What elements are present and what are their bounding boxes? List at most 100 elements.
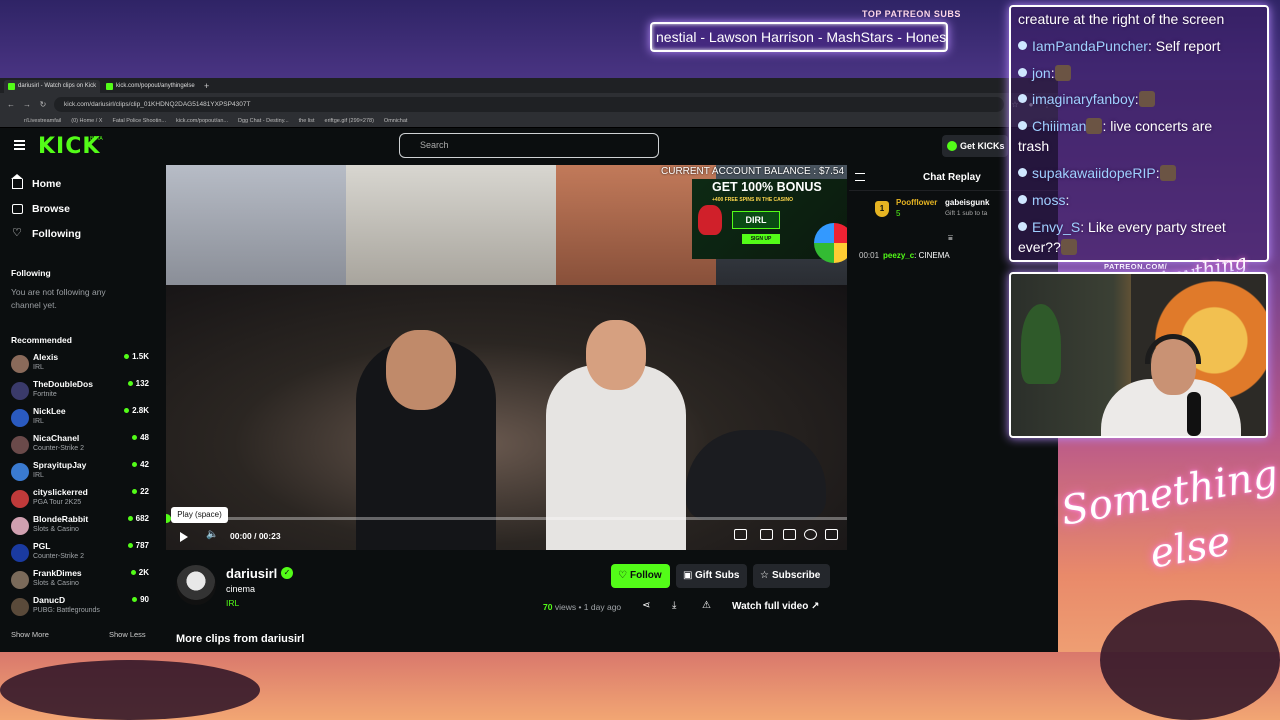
palm-silhouette bbox=[1100, 600, 1280, 720]
settings-icon[interactable] bbox=[804, 529, 817, 540]
recommended-channel[interactable]: DanucD PUBG: Battlegrounds 90 bbox=[11, 595, 151, 621]
recommended-heading: Recommended bbox=[11, 335, 72, 345]
tab-bar: dariusirl - Watch clips on Kick kick.com… bbox=[0, 78, 1058, 93]
heart-icon: ♡ bbox=[12, 227, 22, 239]
emote-icon bbox=[1138, 91, 1155, 107]
volume-icon[interactable]: 🔈 bbox=[206, 529, 218, 540]
theater-mode-icon[interactable] bbox=[760, 529, 773, 540]
stream-chat-line: creature at the right of the screen bbox=[1018, 11, 1225, 27]
gift-icon: ▣ bbox=[683, 570, 693, 581]
tab-dariusirl-clips[interactable]: dariusirl - Watch clips on Kick bbox=[4, 80, 100, 93]
avatar bbox=[11, 517, 29, 535]
stream-chat-line: Chiiiman: live concerts are bbox=[1018, 118, 1212, 134]
external-link-icon: ↗ bbox=[811, 601, 820, 612]
watch-full-video-button[interactable]: Watch full video ↗ bbox=[724, 596, 830, 618]
avatar[interactable] bbox=[176, 565, 216, 605]
stream-chat-line: trash bbox=[1018, 138, 1050, 154]
home-icon bbox=[11, 174, 23, 189]
bookmark-item[interactable]: kick.com/popout/an... bbox=[176, 118, 228, 124]
following-empty-note: You are not following any channel yet. bbox=[11, 287, 106, 310]
sidebar-item-browse[interactable]: Browse bbox=[12, 203, 70, 215]
play-icon[interactable] bbox=[180, 532, 188, 542]
avatar bbox=[11, 571, 29, 589]
sidebar-item-following[interactable]: ♡ Following bbox=[12, 227, 81, 241]
video-scene-cap bbox=[686, 430, 826, 520]
collapse-chat-icon[interactable] bbox=[855, 173, 865, 181]
browse-icon bbox=[12, 204, 23, 214]
gift-notice[interactable]: gabeisgunk Gift 1 sub to ta bbox=[945, 198, 989, 217]
subscribe-button[interactable]: ☆ Subscribe bbox=[753, 564, 830, 588]
kick-favicon-icon bbox=[106, 83, 113, 90]
hamburger-menu-icon[interactable] bbox=[14, 140, 25, 150]
clip-category[interactable]: IRL bbox=[226, 598, 239, 608]
chat-pin-toggle-icon[interactable]: ⩸ bbox=[948, 233, 953, 243]
video-progress-bar[interactable] bbox=[166, 514, 847, 523]
star-icon: ☆ bbox=[760, 570, 769, 581]
stream-chat-line: IamPandaPuncher: Self report bbox=[1018, 38, 1220, 54]
platform-icon bbox=[1018, 68, 1027, 77]
platform-icon bbox=[1018, 195, 1027, 204]
fullscreen-icon[interactable] bbox=[825, 529, 838, 540]
webcam-plant bbox=[1021, 304, 1061, 384]
bookmark-item[interactable]: eriftge.gif (299×278) bbox=[325, 118, 374, 124]
stream-chat-line: supakawaiidopeRIP: bbox=[1018, 165, 1176, 181]
show-more-link[interactable]: Show More bbox=[11, 630, 49, 639]
promo-wheel-icon bbox=[814, 223, 847, 263]
reload-icon[interactable]: ↻ bbox=[38, 100, 48, 109]
recommended-channel[interactable]: Alexis IRL 1.5K bbox=[11, 352, 151, 378]
sidebar-item-home[interactable]: Home bbox=[11, 174, 61, 190]
new-tab-button[interactable]: + bbox=[200, 80, 209, 93]
platform-icon bbox=[1018, 168, 1027, 177]
something-else-logo: Something bbox=[1057, 451, 1280, 535]
account-balance: CURRENT ACCOUNT BALANCE : $7.54 bbox=[661, 166, 845, 177]
avatar bbox=[11, 544, 29, 562]
bookmark-item[interactable]: Omnichat bbox=[384, 118, 408, 124]
something-else-logo-else: else bbox=[1146, 518, 1235, 578]
stream-chat-overlay: creature at the right of the screen IamP… bbox=[1009, 5, 1269, 262]
share-icon[interactable]: ⋖ bbox=[642, 600, 650, 611]
recommended-channel[interactable]: TheDoubleDos Fortnite 132 bbox=[11, 379, 151, 405]
video-scene-person bbox=[546, 320, 686, 550]
promo-signup: SIGN UP bbox=[742, 234, 780, 244]
back-arrow-icon[interactable]: ← bbox=[6, 100, 16, 109]
emote-icon bbox=[1054, 65, 1071, 81]
channel-name[interactable]: dariusirl bbox=[226, 566, 277, 581]
recommended-channel[interactable]: NickLee IRL 2.8K bbox=[11, 406, 151, 432]
tab-kick-popout[interactable]: kick.com/popout/anythingelse bbox=[102, 80, 198, 93]
bookmark-item[interactable]: (0) Home / X bbox=[71, 118, 102, 124]
chat-message: 00:01 peezy_c: CINEMA bbox=[859, 251, 950, 260]
show-less-link[interactable]: Show Less bbox=[109, 630, 146, 639]
search-input[interactable]: Search bbox=[399, 133, 659, 158]
casino-promo-overlay: GET 100% BONUS +400 FREE SPINS IN THE CA… bbox=[692, 179, 847, 263]
url-field[interactable]: kick.com/dariusirl/clips/clip_01KHDNQ2DA… bbox=[54, 96, 1004, 112]
webcam-feed bbox=[1009, 272, 1268, 438]
video-player[interactable]: GET 100% BONUS +400 FREE SPINS IN THE CA… bbox=[166, 165, 847, 550]
clip-title: cinema bbox=[226, 584, 256, 594]
forward-arrow-icon[interactable]: → bbox=[22, 100, 32, 109]
logo-beta-badge: BETA bbox=[90, 136, 103, 142]
recommended-channel[interactable]: cityslickerred PGA Tour 2K25 22 bbox=[11, 487, 151, 513]
recommended-channel[interactable]: NicaChanel Counter-Strike 2 48 bbox=[11, 433, 151, 459]
recommended-channel[interactable]: BlondeRabbit Slots & Casino 682 bbox=[11, 514, 151, 540]
pip-icon[interactable] bbox=[783, 529, 796, 540]
download-icon[interactable]: ⤓ bbox=[672, 600, 676, 611]
clip-icon[interactable] bbox=[734, 529, 747, 540]
follow-button[interactable]: ♡ Follow bbox=[611, 564, 670, 588]
gift-subs-button[interactable]: ▣ Gift Subs bbox=[676, 564, 747, 588]
recommended-channel[interactable]: SprayitupJay IRL 42 bbox=[11, 460, 151, 486]
verified-badge-icon: ✓ bbox=[281, 567, 293, 579]
get-kicks-button[interactable]: Get KICKs bbox=[942, 135, 1008, 157]
chat-title: Chat Replay bbox=[923, 172, 981, 183]
bookmark-item[interactable]: the list bbox=[299, 118, 315, 124]
bookmark-item[interactable]: r/Livestreamfail bbox=[24, 118, 61, 124]
kicks-coin-icon bbox=[947, 141, 957, 151]
avatar bbox=[11, 463, 29, 481]
recommended-channel[interactable]: FrankDimes Slots & Casino 2K bbox=[11, 568, 151, 594]
bookmark-item[interactable]: Dgg Chat - Destiny... bbox=[238, 118, 289, 124]
bookmark-item[interactable]: Fatal Police Shootin... bbox=[112, 118, 166, 124]
platform-icon bbox=[1018, 41, 1027, 50]
avatar bbox=[11, 490, 29, 508]
recommended-channel[interactable]: PGL Counter-Strike 2 787 bbox=[11, 541, 151, 567]
report-icon[interactable]: ⚠ bbox=[702, 600, 711, 611]
emote-icon bbox=[1060, 239, 1077, 255]
